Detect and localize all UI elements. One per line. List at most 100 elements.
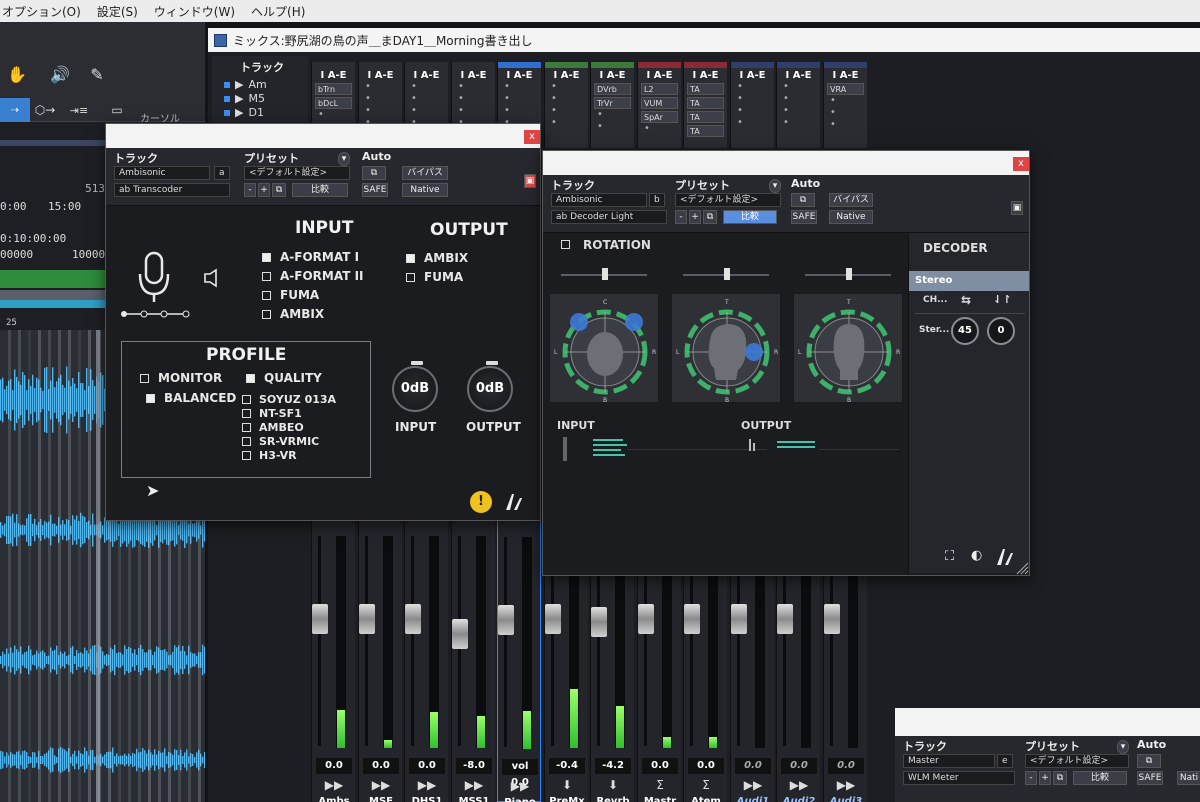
menu-settings[interactable]: 設定(S) bbox=[97, 3, 138, 20]
strip-name[interactable]: Audi3 bbox=[824, 796, 868, 802]
empty-insert-slot[interactable]: • bbox=[777, 93, 820, 105]
insert-slot[interactable]: TA bbox=[687, 111, 724, 123]
fullscreen-icon[interactable]: ⛶ bbox=[945, 549, 954, 564]
empty-insert-slot[interactable]: • bbox=[731, 105, 774, 117]
strip-io-label[interactable]: I A-E bbox=[731, 70, 774, 81]
fader-value[interactable]: 0.0 bbox=[409, 758, 445, 774]
hand-tool-icon[interactable]: ✋ bbox=[2, 62, 32, 86]
fader-value[interactable]: 0.0 bbox=[642, 758, 678, 774]
native-button[interactable]: Nati bbox=[1177, 771, 1200, 785]
strip-io-label[interactable]: I A-E bbox=[405, 70, 448, 81]
strip-output-icon[interactable]: ▶▶ bbox=[824, 778, 868, 792]
nudge-tool-icon[interactable]: ⇥≡ bbox=[64, 98, 94, 122]
strip-io-label[interactable]: I A-E bbox=[498, 70, 541, 81]
checkbox[interactable] bbox=[406, 253, 415, 263]
empty-insert-slot[interactable]: • bbox=[731, 93, 774, 105]
compare-button[interactable]: 比較 bbox=[723, 210, 777, 224]
wlm-meter-titlebar[interactable] bbox=[895, 708, 1200, 736]
compare-button[interactable]: 比較 bbox=[1073, 771, 1127, 785]
mic-option-srvrmic[interactable]: SR-VRMIC bbox=[242, 435, 319, 448]
strip-name[interactable]: PreMx bbox=[545, 796, 589, 802]
empty-insert-slot[interactable]: • bbox=[359, 81, 402, 93]
preset-select[interactable]: <デフォルト設定> bbox=[675, 193, 781, 207]
mic-option-ambeo[interactable]: AMBEO bbox=[242, 421, 304, 434]
strip-output-icon[interactable]: Σ bbox=[638, 778, 682, 792]
checkbox[interactable] bbox=[242, 423, 251, 432]
empty-insert-slot[interactable]: • bbox=[824, 95, 867, 107]
profile-quality-option[interactable]: QUALITY bbox=[246, 371, 322, 385]
track-list-item[interactable]: ▶ D1 bbox=[224, 106, 264, 119]
safe-button[interactable]: SAFE bbox=[1137, 771, 1163, 785]
insert-slot[interactable]: TA bbox=[687, 125, 724, 137]
empty-insert-slot[interactable]: • bbox=[731, 81, 774, 93]
plugin-select[interactable]: WLM Meter bbox=[903, 771, 1015, 785]
empty-insert-slot[interactable]: • bbox=[498, 81, 541, 93]
empty-insert-slot[interactable]: • bbox=[545, 81, 588, 93]
checkbox[interactable] bbox=[262, 309, 271, 319]
fader-value[interactable]: 0.0 bbox=[688, 758, 724, 774]
menu-window[interactable]: ウィンドウ(W) bbox=[154, 3, 235, 20]
strip-name[interactable]: DHS1 bbox=[405, 796, 449, 802]
empty-insert-slot[interactable]: • bbox=[405, 105, 448, 117]
track-channel-select[interactable]: e bbox=[997, 754, 1013, 768]
fader-handle[interactable] bbox=[591, 607, 607, 637]
preset-select[interactable]: <デフォルト設定> bbox=[244, 166, 350, 180]
fader-value[interactable]: 0.0 bbox=[316, 758, 352, 774]
warning-icon[interactable]: ! bbox=[470, 491, 492, 513]
empty-insert-slot[interactable]: • bbox=[591, 121, 634, 133]
preset-plus-button[interactable]: + bbox=[258, 183, 270, 197]
empty-insert-slot[interactable]: • bbox=[545, 117, 588, 129]
strip-name[interactable]: MSS1 bbox=[452, 796, 496, 802]
strip-io-label[interactable]: I A-E bbox=[545, 70, 588, 81]
empty-insert-slot[interactable]: • bbox=[824, 107, 867, 119]
profile-balanced-option[interactable]: BALANCED bbox=[146, 391, 236, 405]
fader-handle[interactable] bbox=[545, 604, 561, 634]
strip-io-label[interactable]: I A-E bbox=[638, 70, 681, 81]
preset-select[interactable]: <デフォルト設定> bbox=[1025, 754, 1129, 768]
checkbox[interactable] bbox=[242, 409, 251, 418]
fader-handle[interactable] bbox=[731, 604, 747, 634]
menu-options[interactable]: オプション(O) bbox=[2, 3, 81, 20]
preset-menu-icon[interactable]: ▾ bbox=[1117, 740, 1129, 754]
preset-minus-button[interactable]: - bbox=[675, 210, 687, 224]
empty-insert-slot[interactable]: • bbox=[638, 123, 681, 135]
preset-plus-button[interactable]: + bbox=[1039, 771, 1051, 785]
preset-minus-button[interactable]: - bbox=[244, 183, 256, 197]
strip-output-icon[interactable]: ▶▶ bbox=[359, 778, 403, 792]
strip-io-label[interactable]: I A-E bbox=[684, 70, 727, 81]
transcoder-titlebar[interactable] bbox=[106, 124, 540, 148]
empty-insert-slot[interactable]: • bbox=[777, 117, 820, 129]
empty-insert-slot[interactable]: • bbox=[545, 105, 588, 117]
strip-output-icon[interactable]: ⬇ bbox=[591, 778, 635, 792]
input-option-aformat2[interactable]: A-FORMAT II bbox=[262, 269, 364, 283]
fader-handle[interactable] bbox=[684, 604, 700, 634]
fader-value[interactable]: -4.2 bbox=[595, 758, 631, 774]
preset-menu-icon[interactable]: ▾ bbox=[338, 152, 350, 166]
decoder-close-button[interactable]: x bbox=[1013, 157, 1029, 171]
fader-track[interactable] bbox=[365, 536, 368, 746]
track-list-item[interactable]: ▶ M5 bbox=[224, 92, 265, 105]
stereo-offset-knob[interactable]: 0 bbox=[987, 317, 1015, 345]
plugin-select[interactable]: ab Decoder Light bbox=[551, 210, 667, 224]
empty-insert-slot[interactable]: • bbox=[824, 119, 867, 131]
profile-monitor-option[interactable]: MONITOR bbox=[140, 371, 222, 385]
mic-option-h3vr[interactable]: H3-VR bbox=[242, 449, 297, 462]
track-select[interactable]: Ambisonic bbox=[551, 193, 647, 207]
roll-slider-handle[interactable] bbox=[846, 268, 852, 280]
side-view-display[interactable]: T L R B bbox=[671, 293, 781, 404]
plugin-select[interactable]: ab Transcoder bbox=[114, 183, 230, 197]
automation-icon[interactable]: ⧉ bbox=[362, 166, 386, 180]
menu-help[interactable]: ヘルプ(H) bbox=[251, 3, 305, 20]
output-option-ambix[interactable]: AMBIX bbox=[406, 251, 468, 265]
checkbox[interactable] bbox=[262, 271, 271, 281]
plugin-menu-icon[interactable]: ▣ bbox=[1011, 201, 1023, 215]
strip-output-icon[interactable]: ▶▶ bbox=[405, 778, 449, 792]
transcoder-close-button[interactable]: x bbox=[524, 130, 540, 144]
fader-handle[interactable] bbox=[405, 604, 421, 634]
track-expand-icon[interactable]: ▶ bbox=[235, 78, 243, 91]
automation-icon[interactable]: ⧉ bbox=[791, 193, 815, 207]
insert-slot[interactable]: DVrb bbox=[594, 83, 631, 95]
empty-insert-slot[interactable]: • bbox=[452, 81, 495, 93]
track-expand-icon[interactable]: ▶ bbox=[235, 106, 243, 119]
strip-output-icon[interactable]: ▶▶ bbox=[731, 778, 775, 792]
